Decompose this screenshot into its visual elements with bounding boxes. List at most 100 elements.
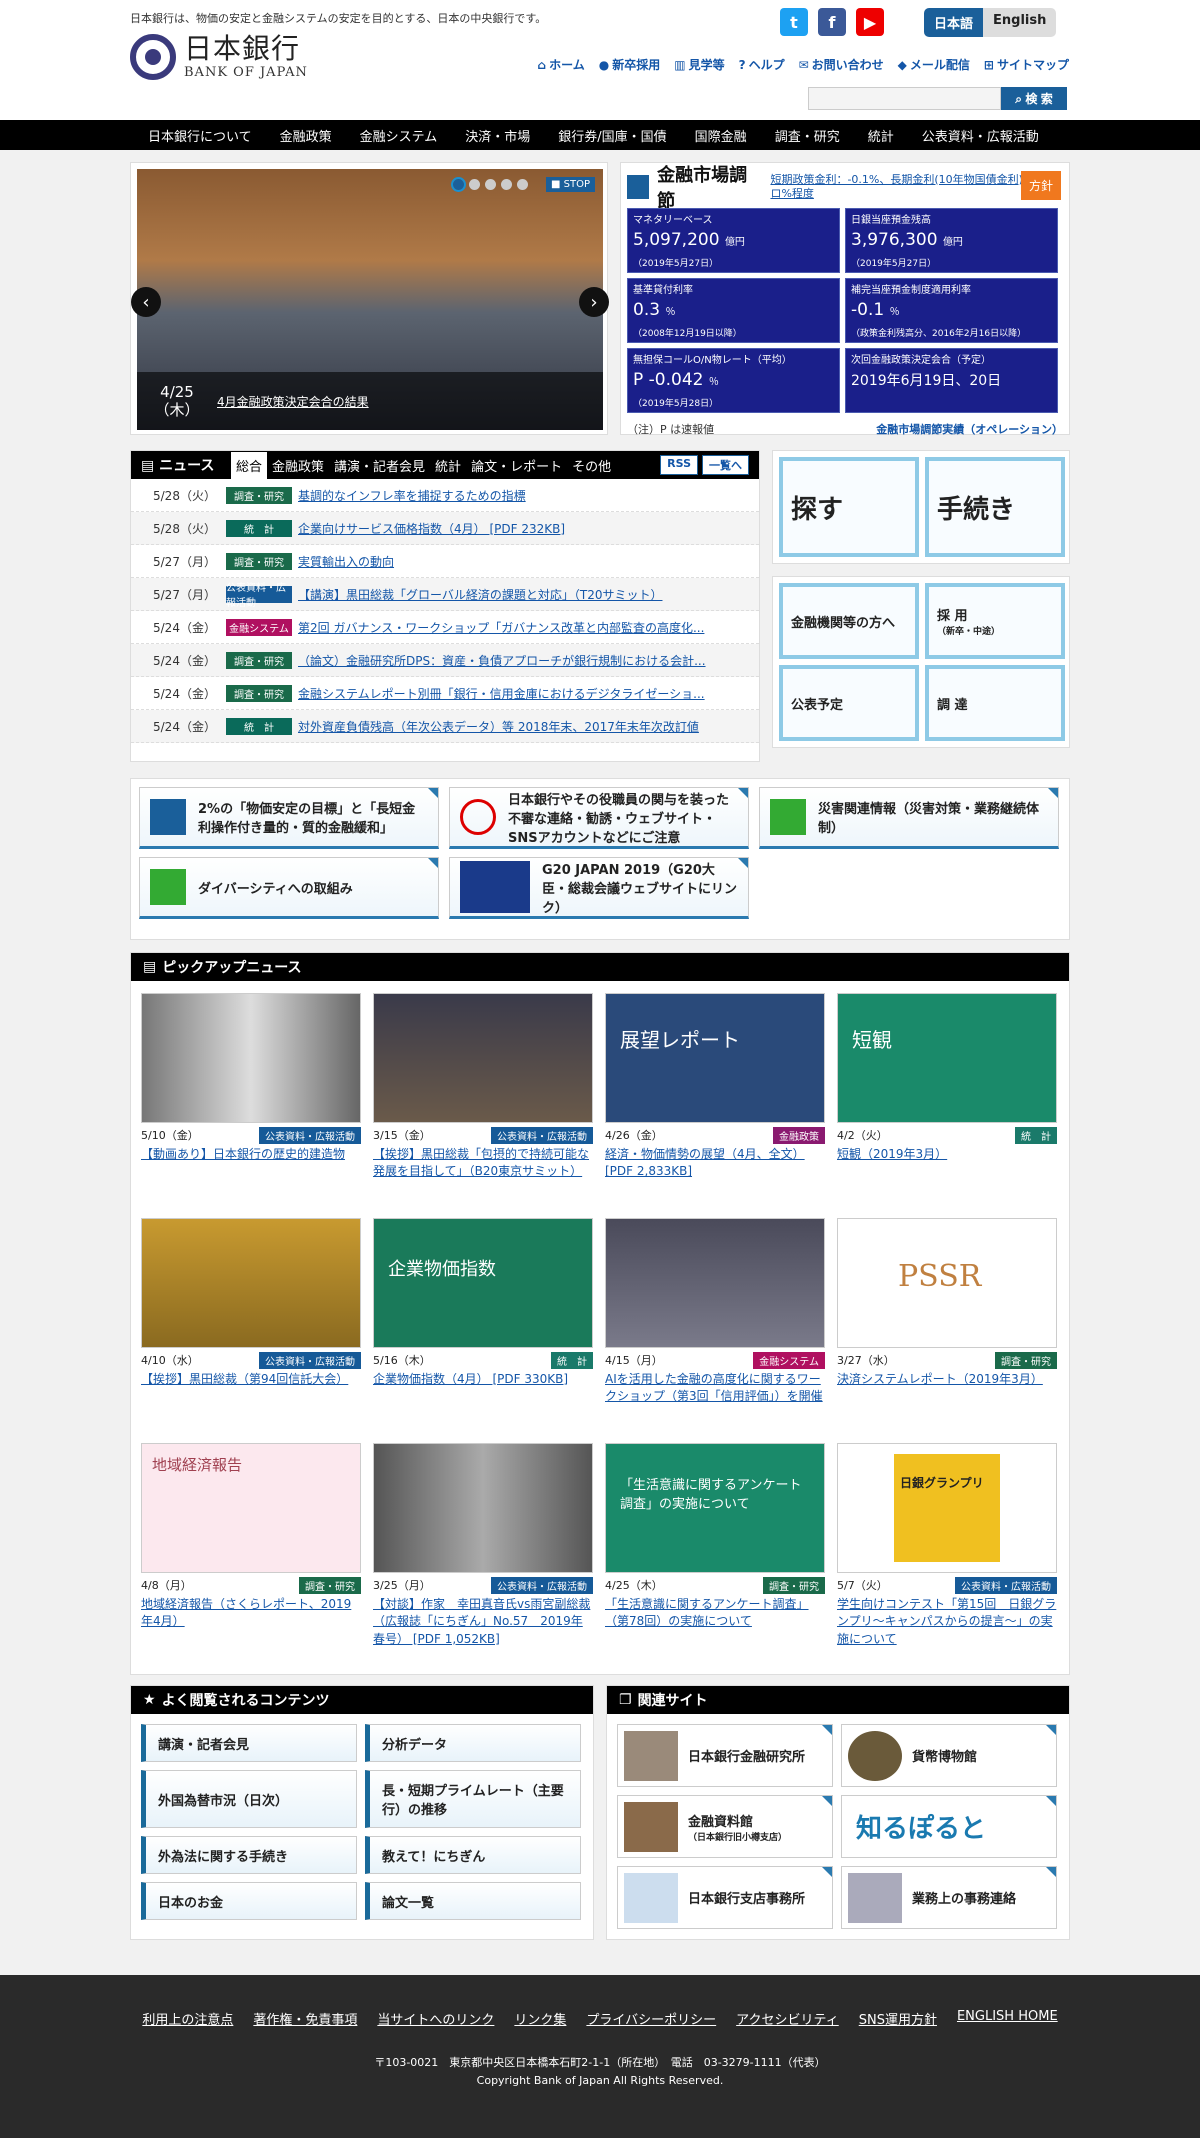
pickup-image[interactable] bbox=[141, 993, 361, 1123]
footer-link[interactable]: アクセシビリティ bbox=[736, 2009, 839, 2028]
util-recruit[interactable]: ● 新卒採用 bbox=[599, 56, 661, 73]
tile-procurement[interactable]: 調 達 bbox=[925, 665, 1065, 741]
prev-arrow-icon[interactable]: ‹ bbox=[131, 287, 161, 317]
pickup-item[interactable]: 「生活意識に関するアンケート調査」の実施について 4/25（木） 調査・研究 「生活意… bbox=[605, 1443, 825, 1668]
pickup-image[interactable]: 企業物価指数 bbox=[373, 1218, 593, 1348]
pickup-image[interactable] bbox=[605, 1218, 825, 1348]
util-sitemap[interactable]: ⊞ サイトマップ bbox=[984, 56, 1069, 73]
popular-item[interactable]: 論文一覧 bbox=[365, 1882, 581, 1920]
pickup-item[interactable]: 日銀グランプリ 5/7（火） 公表資料・広報活動 学生向けコンテスト「第15回 日銀グ… bbox=[837, 1443, 1057, 1668]
pickup-image[interactable]: PSSR bbox=[837, 1218, 1057, 1348]
popular-item[interactable]: 教えて！にちぎん bbox=[365, 1836, 581, 1874]
slide-stop-button[interactable]: ■ STOP bbox=[546, 177, 595, 192]
facebook-icon[interactable]: f bbox=[818, 8, 846, 36]
pickup-item[interactable]: 4/10（水） 公表資料・広報活動 【挨拶】黒田総裁（第94回信託大会） bbox=[141, 1218, 361, 1443]
lang-japanese[interactable]: 日本語 bbox=[924, 8, 984, 37]
tab-papers[interactable]: 論文・レポート bbox=[466, 452, 567, 479]
gnav-research[interactable]: 調査・研究 bbox=[775, 126, 840, 145]
banner-diversity[interactable]: ダイバーシティへの取組み bbox=[139, 857, 439, 919]
pickup-item[interactable]: 企業物価指数 5/16（木）統 計企業物価指数（4月） [PDF 330KB] bbox=[373, 1218, 593, 1443]
util-contact[interactable]: ✉ お問い合わせ bbox=[799, 56, 884, 73]
market-cell-basic-loan-rate[interactable]: 基準貸付利率 0.3 ％（2008年12月19日以降） bbox=[627, 278, 840, 343]
footer-link[interactable]: 利用上の注意点 bbox=[142, 2009, 233, 2028]
pickup-image[interactable]: 地域経済報告 bbox=[141, 1443, 361, 1573]
lang-english[interactable]: English bbox=[983, 8, 1057, 37]
policy-button[interactable]: 方針 bbox=[1020, 171, 1061, 200]
popular-item[interactable]: 外国為替市況（日次） bbox=[141, 1770, 357, 1828]
twitter-icon[interactable]: t bbox=[780, 8, 808, 36]
market-cell-call-rate[interactable]: 無担保コールO/N物レート（平均） P -0.042 ％（2019年5月28日） bbox=[627, 348, 840, 413]
gnav-about[interactable]: 日本銀行について bbox=[148, 126, 252, 145]
gnav-international[interactable]: 国際金融 bbox=[695, 126, 747, 145]
operations-link[interactable]: 金融市場調節実績（オペレーション） bbox=[876, 421, 1063, 437]
slide-image[interactable]: ■ STOP ‹ › 4/25 （木） 4月金融政策決定会合の結果 bbox=[131, 169, 609, 430]
pickup-image[interactable] bbox=[373, 1443, 593, 1573]
banner-fraud-warning[interactable]: 日本銀行やその役職員の関与を装った不審な連絡・勧誘・ウェブサイト・SNSアカウン… bbox=[449, 787, 749, 849]
related-item[interactable]: 日本銀行支店事務所 bbox=[617, 1866, 833, 1929]
search-input[interactable] bbox=[808, 87, 1001, 110]
tile-search[interactable]: 探す bbox=[779, 457, 919, 557]
pickup-item[interactable]: 展望レポート 4/26（金） 金融政策 経済・物価情勢の展望（4月、全文） [PDF … bbox=[605, 993, 825, 1218]
market-cell-current-account[interactable]: 日銀当座預金残高 3,976,300 億円 （2019年5月27日） bbox=[845, 208, 1058, 273]
footer-link[interactable]: プライバシーポリシー bbox=[586, 2009, 716, 2028]
gnav-monetary-policy[interactable]: 金融政策 bbox=[280, 126, 332, 145]
slide-caption[interactable]: 4/25 （木） 4月金融政策決定会合の結果 bbox=[137, 372, 603, 430]
util-visit[interactable]: ▥ 見学等 bbox=[674, 56, 724, 73]
pickup-image[interactable]: 日銀グランプリ bbox=[837, 1443, 1057, 1573]
gnav-statistics[interactable]: 統計 bbox=[868, 126, 894, 145]
footer-link[interactable]: 著作権・免責事項 bbox=[253, 2009, 357, 2028]
pickup-image[interactable]: 短観 bbox=[837, 993, 1057, 1123]
popular-item[interactable]: 外為法に関する手続き bbox=[141, 1836, 357, 1874]
footer-link[interactable]: ENGLISH HOME bbox=[957, 2009, 1058, 2028]
slide-caption-text[interactable]: 4月金融政策決定会合の結果 bbox=[217, 393, 369, 410]
market-cell-next-meeting[interactable]: 次回金融政策決定会合（予定） 2019年6月19日、20日 bbox=[845, 348, 1058, 413]
util-help[interactable]: ? ヘルプ bbox=[739, 56, 785, 73]
related-item[interactable]: 貨幣博物館 bbox=[841, 1724, 1057, 1787]
pickup-image[interactable] bbox=[141, 1218, 361, 1348]
pickup-item[interactable]: 3/25（月） 公表資料・広報活動 【対談】作家 幸田真音氏vs雨宮副総裁（広報誌「… bbox=[373, 1443, 593, 1668]
gnav-payment-markets[interactable]: 決済・市場 bbox=[465, 126, 530, 145]
tab-speeches[interactable]: 講演・記者会見 bbox=[329, 452, 430, 479]
slide-dot[interactable] bbox=[517, 179, 528, 190]
banner-price-stability[interactable]: 2%の「物価安定の目標」と「長短金利操作付き量的・質的金融緩和」 bbox=[139, 787, 439, 849]
slide-dot[interactable] bbox=[469, 179, 480, 190]
youtube-icon[interactable]: ▶ bbox=[856, 8, 884, 36]
pickup-image[interactable]: 「生活意識に関するアンケート調査」の実施について bbox=[605, 1443, 825, 1573]
pickup-image[interactable]: 展望レポート bbox=[605, 993, 825, 1123]
gnav-publications[interactable]: 公表資料・広報活動 bbox=[922, 126, 1039, 145]
banner-disaster-info[interactable]: 災害関連情報（災害対策・業務継続体制） bbox=[759, 787, 1059, 849]
next-arrow-icon[interactable]: › bbox=[579, 287, 609, 317]
tab-statistics[interactable]: 統計 bbox=[430, 452, 466, 479]
slide-dot[interactable] bbox=[501, 179, 512, 190]
pickup-item[interactable]: 5/10（金） 公表資料・広報活動 【動画あり】日本銀行の歴史的建造物 bbox=[141, 993, 361, 1218]
market-cell-complementary-rate[interactable]: 補完当座預金制度適用利率 -0.1 ％（政策金利残高分、2016年2月16日以降） bbox=[845, 278, 1058, 343]
pickup-item[interactable]: PSSR 3/27（水） 調査・研究 決済システムレポート（2019年3月） bbox=[837, 1218, 1057, 1443]
market-cell-monetary-base[interactable]: マネタリーベース 5,097,200 億円 （2019年5月27日） bbox=[627, 208, 840, 273]
popular-item[interactable]: 講演・記者会見 bbox=[141, 1724, 357, 1762]
gnav-banknotes[interactable]: 銀行券/国庫・国債 bbox=[558, 126, 666, 145]
pickup-item[interactable]: 地域経済報告 4/8（月） 調査・研究 地域経済報告（さくらレポート、2019年4月） bbox=[141, 1443, 361, 1668]
related-item[interactable]: 日本銀行金融研究所 bbox=[617, 1724, 833, 1787]
popular-item[interactable]: 日本のお金 bbox=[141, 1882, 357, 1920]
rss-button[interactable]: RSS bbox=[660, 455, 698, 475]
tile-schedule[interactable]: 公表予定 bbox=[779, 665, 919, 741]
tab-other[interactable]: その他 bbox=[567, 452, 616, 479]
tile-procedures[interactable]: 手続き bbox=[925, 457, 1065, 557]
util-home[interactable]: ⌂ ホーム bbox=[538, 56, 585, 73]
search-button[interactable]: ⌕ 検 索 bbox=[1001, 87, 1067, 110]
util-mail-delivery[interactable]: ◆ メール配信 bbox=[898, 56, 970, 73]
pickup-item[interactable]: 短観 4/2（火）統 計短観（2019年3月） bbox=[837, 993, 1057, 1218]
news-list-button[interactable]: 一覧へ bbox=[702, 455, 749, 475]
gnav-financial-system[interactable]: 金融システム bbox=[360, 126, 438, 145]
footer-link[interactable]: リンク集 bbox=[514, 2009, 566, 2028]
related-item[interactable]: 業務上の事務連絡 bbox=[841, 1866, 1057, 1929]
pickup-item[interactable]: 3/15（金） 公表資料・広報活動 【挨拶】黒田総裁「包摂的で持続可能な発展を目指し… bbox=[373, 993, 593, 1218]
tile-financial-institutions[interactable]: 金融機関等の方へ bbox=[779, 583, 919, 659]
pickup-item[interactable]: 4/15（月） 金融システム AIを活用した金融の高度化に関するワークショップ（第3… bbox=[605, 1218, 825, 1443]
tile-recruit[interactable]: 採 用（新卒・中途） bbox=[925, 583, 1065, 659]
pickup-image[interactable] bbox=[373, 993, 593, 1123]
tab-monetary-policy[interactable]: 金融政策 bbox=[267, 452, 329, 479]
footer-link[interactable]: 当サイトへのリンク bbox=[377, 2009, 494, 2028]
slide-dot[interactable] bbox=[485, 179, 496, 190]
popular-item[interactable]: 分析データ bbox=[365, 1724, 581, 1762]
